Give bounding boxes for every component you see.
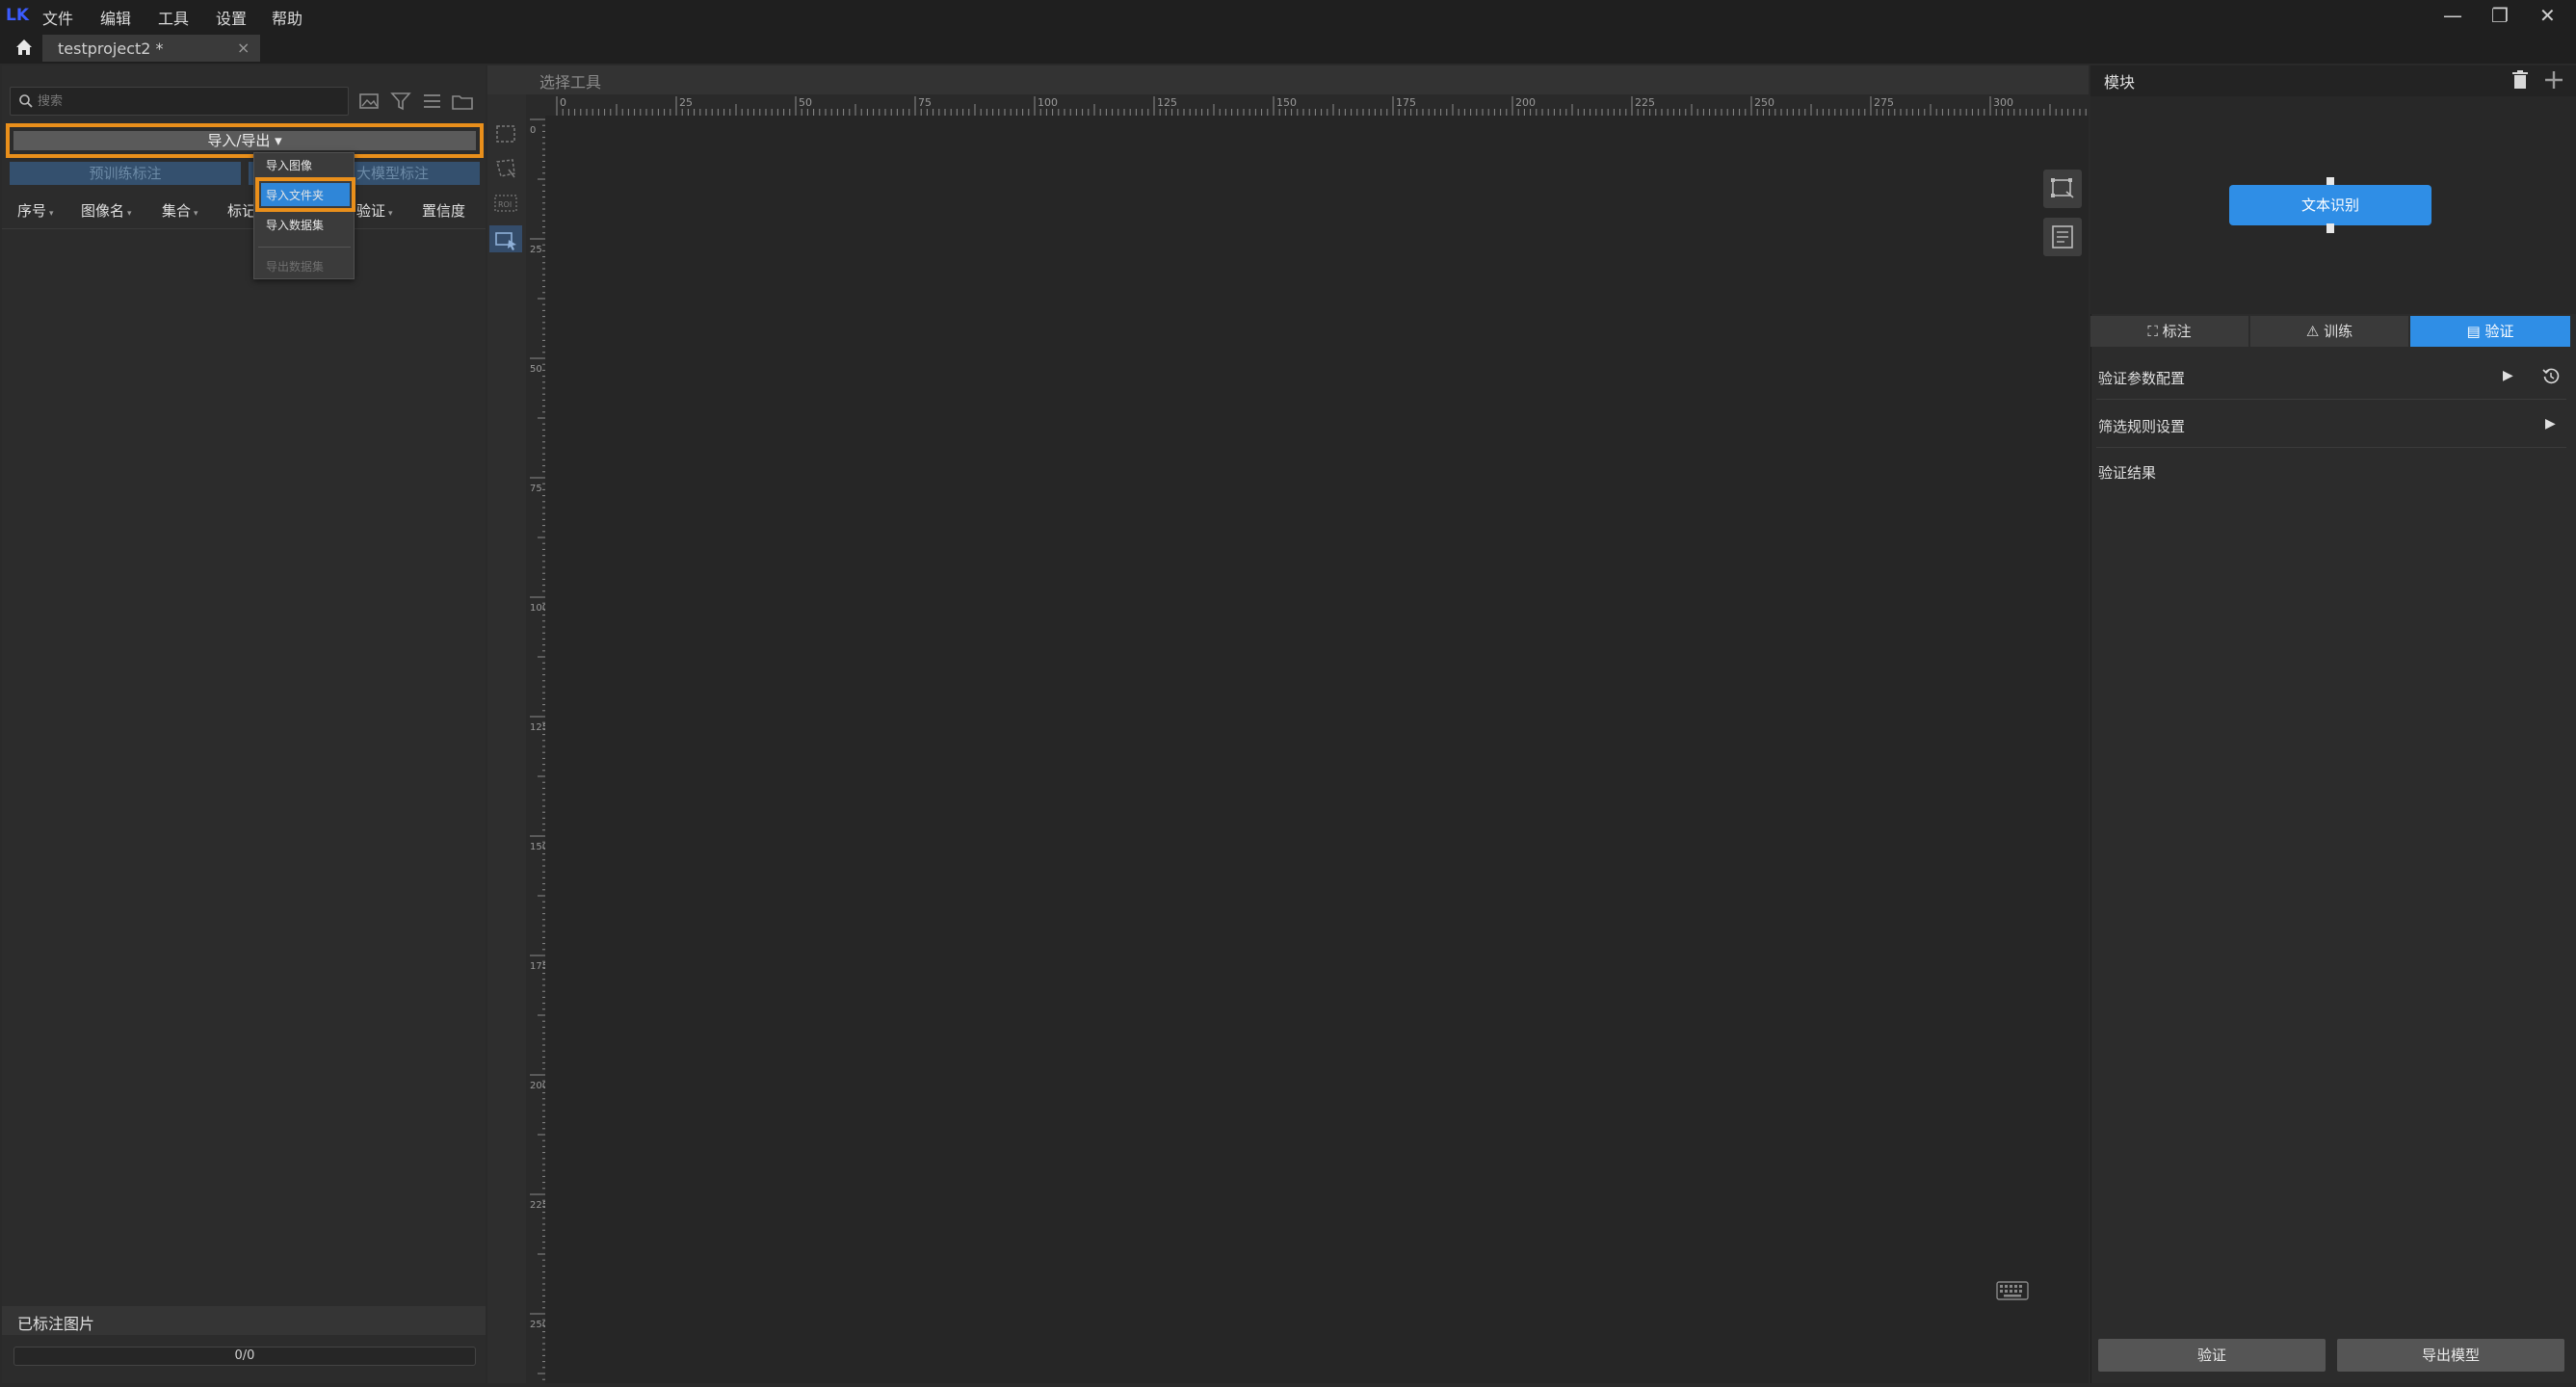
- menu-edit[interactable]: 编辑: [100, 6, 131, 29]
- home-icon[interactable]: [13, 37, 35, 58]
- ruler-label: 200: [1515, 96, 1536, 109]
- menu-item-import-dataset[interactable]: 导入数据集: [266, 217, 324, 233]
- verify-tab-icon: ▤: [2466, 323, 2485, 340]
- ruler-label: 25: [530, 245, 542, 255]
- ruler-label: 25: [679, 96, 693, 109]
- tab-bar: [0, 33, 2576, 64]
- ruler-label: 50: [530, 364, 542, 375]
- module-node-text-recognition[interactable]: 文本识别: [2229, 185, 2431, 225]
- module-title: 模块: [2104, 73, 2136, 92]
- menu-bar: LK 文件 编辑 工具 设置 帮助 — ❐ ✕: [0, 0, 2576, 33]
- pretrain-annotate-button[interactable]: 预训练标注: [10, 162, 241, 185]
- ruler-label: 175: [1396, 96, 1416, 109]
- ruler-label: 100: [1038, 96, 1058, 109]
- text-list-icon: [2052, 225, 2073, 249]
- filter-icon[interactable]: [389, 91, 412, 112]
- ruler-label: 75: [530, 484, 542, 494]
- progress-bar: 0/0: [13, 1347, 476, 1366]
- canvas-label-tool-button[interactable]: [2043, 170, 2082, 208]
- section-verify-results: 验证结果: [2098, 464, 2157, 482]
- ruler-label: 300: [1993, 96, 2013, 109]
- col-set[interactable]: 集合 ▾: [162, 200, 198, 221]
- progress-text: 0/0: [234, 1348, 255, 1363]
- col-index[interactable]: 序号 ▾: [17, 200, 54, 221]
- tab-annotate[interactable]: ⛶ 标注: [2090, 316, 2248, 347]
- left-panel: [2, 65, 486, 1383]
- ruler-label: 75: [918, 96, 932, 109]
- ruler-label: 225: [1635, 96, 1655, 109]
- rect-select-icon[interactable]: [493, 121, 518, 146]
- col-image-name[interactable]: 图像名 ▾: [81, 200, 132, 221]
- train-tab-icon: ⚠: [2305, 323, 2325, 340]
- horizontal-ruler: 0 25 50 75 100 125 150 175 200 225 250 275 300: [556, 96, 2087, 116]
- search-input[interactable]: [38, 92, 336, 111]
- menu-separator: [258, 247, 351, 248]
- export-model-button[interactable]: 导出模型: [2337, 1339, 2564, 1372]
- poly-select-icon[interactable]: [493, 156, 518, 181]
- ruler-label: 50: [799, 96, 812, 109]
- module-header: [2090, 65, 2576, 96]
- module-output-port[interactable]: [2326, 223, 2334, 233]
- labeled-images-label: 已标注图片: [17, 1315, 95, 1333]
- labeled-images-bar[interactable]: 已标注图片: [2, 1306, 486, 1335]
- ruler-label: 275: [1874, 96, 1894, 109]
- tool-title: 选择工具: [539, 73, 602, 92]
- tab-testproject2[interactable]: testproject2 * ×: [42, 35, 260, 62]
- verify-button[interactable]: 验证: [2098, 1339, 2326, 1372]
- ruler-label: 250: [1754, 96, 1774, 109]
- select-cursor-icon[interactable]: [493, 227, 518, 252]
- search-box[interactable]: [10, 87, 349, 116]
- roi-icon[interactable]: ROI: [493, 191, 518, 216]
- reset-icon[interactable]: [2541, 367, 2561, 386]
- restore-button[interactable]: ❐: [2491, 4, 2509, 27]
- menu-tools[interactable]: 工具: [158, 6, 189, 29]
- ruler-label: 0: [560, 96, 566, 109]
- folder-icon[interactable]: [451, 91, 474, 112]
- tool-strip: [487, 94, 526, 1383]
- section-divider: [2096, 399, 2566, 400]
- minimize-button[interactable]: —: [2443, 4, 2462, 27]
- image-filter-icon[interactable]: [358, 91, 381, 112]
- col-label[interactable]: 标记: [227, 200, 256, 221]
- app-logo: LK: [6, 6, 30, 25]
- search-icon: [19, 94, 33, 108]
- import-export-button[interactable]: 导入/导出 ▾: [13, 131, 476, 150]
- tab-label: testproject2 *: [58, 39, 164, 58]
- menu-help[interactable]: 帮助: [272, 6, 302, 29]
- import-folder-highlight: [255, 177, 355, 212]
- tab-verify[interactable]: ▤ 验证: [2410, 316, 2570, 347]
- col-verify[interactable]: 验证 ▾: [356, 200, 393, 221]
- annotate-icon: [2051, 178, 2074, 198]
- roi-label: ROI: [498, 200, 512, 209]
- close-window-button[interactable]: ✕: [2539, 4, 2556, 27]
- tab-train[interactable]: ⚠ 训练: [2250, 316, 2408, 347]
- keyboard-icon[interactable]: [1996, 1281, 2029, 1300]
- menu-file[interactable]: 文件: [42, 6, 73, 29]
- list-view-icon[interactable]: [420, 91, 443, 112]
- ruler-label: 150: [1276, 96, 1297, 109]
- section-verify-params[interactable]: 验证参数配置: [2098, 368, 2185, 388]
- menu-settings[interactable]: 设置: [216, 6, 247, 29]
- annotate-tab-icon: ⛶: [2147, 323, 2163, 340]
- tool-title-bar: [487, 65, 2089, 94]
- expand-arrow-icon[interactable]: ▶: [2545, 416, 2556, 432]
- menu-item-import-images[interactable]: 导入图像: [266, 157, 312, 173]
- section-divider: [2096, 447, 2566, 448]
- ruler-label: 0: [530, 125, 536, 136]
- canvas-text-tool-button[interactable]: [2043, 218, 2082, 256]
- image-canvas[interactable]: [545, 116, 2089, 1383]
- add-icon[interactable]: [2543, 69, 2564, 91]
- section-filter-rules[interactable]: 筛选规则设置: [2098, 416, 2185, 436]
- delete-icon[interactable]: [2510, 69, 2530, 91]
- menu-item-export-dataset[interactable]: 导出数据集: [266, 258, 324, 275]
- tab-close-icon[interactable]: ×: [237, 39, 250, 57]
- col-confidence[interactable]: 置信度: [422, 200, 465, 221]
- ruler-label: 125: [1157, 96, 1177, 109]
- expand-arrow-icon[interactable]: ▶: [2503, 368, 2513, 383]
